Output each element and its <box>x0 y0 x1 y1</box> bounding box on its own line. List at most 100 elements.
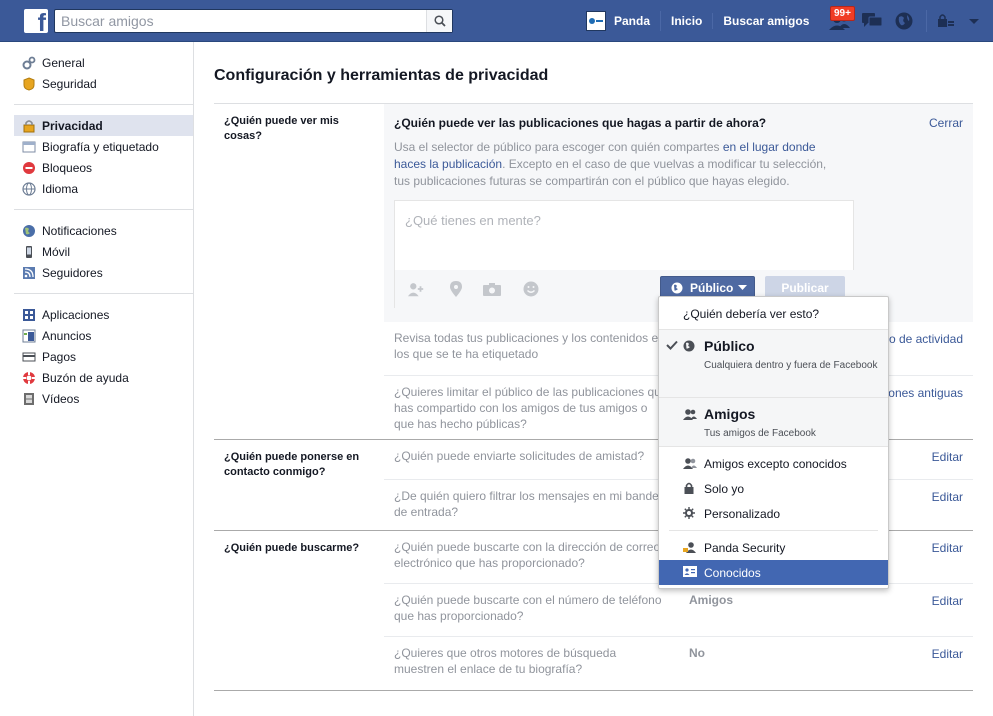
ads-icon <box>22 329 36 343</box>
sidebar-item-blocking[interactable]: Bloqueos <box>14 157 193 178</box>
main-content: Configuración y herramientas de privacid… <box>214 42 973 691</box>
activity-log-link[interactable]: o de actividad <box>889 332 963 346</box>
globe-icon <box>895 12 913 30</box>
edit-link[interactable]: Editar <box>932 647 963 661</box>
friends-icon <box>683 409 697 420</box>
sidebar-item-language[interactable]: Idioma <box>14 178 193 199</box>
sidebar-item-label: Aplicaciones <box>42 307 110 322</box>
emoji-icon[interactable] <box>522 280 540 298</box>
id-card-icon <box>683 566 697 577</box>
row-question: Revisa todas tus publicaciones y los con… <box>394 331 665 361</box>
film-icon <box>22 392 36 406</box>
edit-link[interactable]: Editar <box>932 594 963 608</box>
sidebar-item-privacy[interactable]: Privacidad <box>14 115 193 136</box>
nav-find-friends-link[interactable]: Buscar amigos <box>713 13 819 29</box>
sidebar-item-label: Anuncios <box>42 328 92 343</box>
edit-link[interactable]: Editar <box>932 541 963 555</box>
camera-icon[interactable] <box>483 280 501 298</box>
settings-row-phone-lookup: ¿Quién puede buscarte con el número de t… <box>384 584 973 637</box>
tag-friends-icon[interactable] <box>407 280 425 298</box>
row-value: Amigos <box>689 593 734 607</box>
sidebar-item-notifications[interactable]: Notificaciones <box>14 220 193 241</box>
gear-icon <box>683 507 695 519</box>
edit-link[interactable]: Editar <box>932 490 963 504</box>
audience-option-panda-security[interactable]: Panda Security <box>659 535 888 560</box>
search-input[interactable] <box>55 10 425 32</box>
option-title: Público <box>704 338 755 354</box>
sidebar-item-ads[interactable]: Anuncios <box>14 325 193 346</box>
friend-requests-jewel[interactable]: 99+ <box>826 6 855 34</box>
profile-link[interactable]: Panda <box>586 11 662 31</box>
location-icon[interactable] <box>447 280 465 298</box>
sidebar-item-mobile[interactable]: Móvil <box>14 241 193 262</box>
page-title: Configuración y herramientas de privacid… <box>214 67 549 84</box>
close-link[interactable]: Cerrar <box>929 116 963 130</box>
settings-row-search-engines: ¿Quieres que otros motores de búsqueda m… <box>384 637 973 690</box>
option-label: Amigos excepto conocidos <box>704 456 847 471</box>
option-label: Conocidos <box>704 565 761 580</box>
expanded-panel: ¿Quién puede ver las publicaciones que h… <box>384 104 973 322</box>
option-label: Solo yo <box>704 481 745 496</box>
post-composer[interactable]: ¿Qué tienes en mente? Público Publicar <box>394 200 855 308</box>
audience-option-custom[interactable]: Personalizado <box>659 501 888 526</box>
sidebar-group-privacy: Privacidad Biografía y etiquetado Bloque… <box>14 105 193 210</box>
option-title: Amigos <box>704 406 756 422</box>
audience-option-only-me[interactable]: Solo yo <box>659 476 888 501</box>
option-subtitle: Tus amigos de Facebook <box>704 428 816 439</box>
audience-option-friends[interactable]: Amigos Tus amigos de Facebook <box>659 397 888 447</box>
audience-label: Público <box>690 281 734 295</box>
sidebar-item-label: Biografía y etiquetado <box>42 139 159 154</box>
sidebar-item-label: Seguidores <box>42 265 103 280</box>
messages-jewel[interactable] <box>858 8 886 34</box>
row-question: ¿De quién quiero filtrar los mensajes en… <box>394 489 669 519</box>
section-label: ¿Quién puede buscarme? <box>224 542 360 554</box>
block-icon <box>22 161 36 175</box>
audience-option-acquaintances[interactable]: Conocidos <box>659 560 888 585</box>
expanded-row-future-posts: ¿Quién puede ver las publicaciones que h… <box>384 104 973 322</box>
sidebar-item-label: Móvil <box>42 244 71 259</box>
sidebar-group-apps: Aplicaciones Anuncios Pagos Buzón de ayu… <box>14 294 193 419</box>
notifications-jewel[interactable] <box>890 8 918 34</box>
sidebar-item-videos[interactable]: Vídeos <box>14 388 193 409</box>
expanded-question: ¿Quién puede ver las publicaciones que h… <box>394 116 767 130</box>
mobile-icon <box>22 245 36 259</box>
profile-name: Panda <box>614 14 651 28</box>
audience-option-friends-except[interactable]: Amigos excepto conocidos <box>659 451 888 476</box>
search-icon <box>433 15 446 27</box>
sidebar-item-label: Bloqueos <box>42 160 93 175</box>
sidebar-item-general[interactable]: General <box>14 52 193 73</box>
sidebar-item-apps[interactable]: Aplicaciones <box>14 304 193 325</box>
row-question: ¿Quién puede buscarte con el número de t… <box>394 593 662 623</box>
lock-icon <box>684 482 694 494</box>
sidebar-group-account: General Seguridad <box>14 42 193 105</box>
facebook-logo[interactable]: f <box>24 9 48 33</box>
sidebar-item-followers[interactable]: Seguidores <box>14 262 193 283</box>
friends-except-icon <box>683 458 697 469</box>
sidebar-item-timeline[interactable]: Biografía y etiquetado <box>14 136 193 157</box>
option-subtitle: Cualquiera dentro y fuera de Facebook <box>704 360 878 371</box>
limit-past-posts-link[interactable]: ones antiguas <box>888 386 963 400</box>
nav-home-link[interactable]: Inicio <box>661 13 714 29</box>
lock-icon <box>22 119 36 133</box>
privacy-shortcut-icon <box>938 14 954 27</box>
row-question: ¿Quién puede enviarte solicitudes de ami… <box>394 449 645 463</box>
sidebar-item-support-inbox[interactable]: Buzón de ayuda <box>14 367 193 388</box>
settings-menu[interactable] <box>926 10 981 32</box>
notification-jewels: 99+ <box>826 6 922 34</box>
edit-link[interactable]: Editar <box>932 450 963 464</box>
panda-logo-icon <box>589 18 603 24</box>
sidebar-item-security[interactable]: Seguridad <box>14 73 193 94</box>
sidebar-item-label: General <box>42 55 85 70</box>
audience-option-public[interactable]: Público Cualquiera dentro y fuera de Fac… <box>659 329 888 397</box>
sidebar-item-payments[interactable]: Pagos <box>14 346 193 367</box>
search-button[interactable] <box>426 10 452 32</box>
settings-sidebar: General Seguridad Privacidad Biografía y… <box>0 42 194 716</box>
section-label: ¿Quién puede ver mis cosas? <box>224 115 339 142</box>
gears-icon <box>22 56 36 70</box>
globe-icon <box>671 282 683 294</box>
expanded-description: Usa el selector de público para escoger … <box>394 139 844 190</box>
timeline-icon <box>22 140 36 154</box>
top-nav: Panda Inicio Buscar amigos <box>586 0 819 42</box>
sidebar-group-notifications: Notificaciones Móvil Seguidores <box>14 210 193 294</box>
sidebar-item-label: Seguridad <box>42 76 97 91</box>
